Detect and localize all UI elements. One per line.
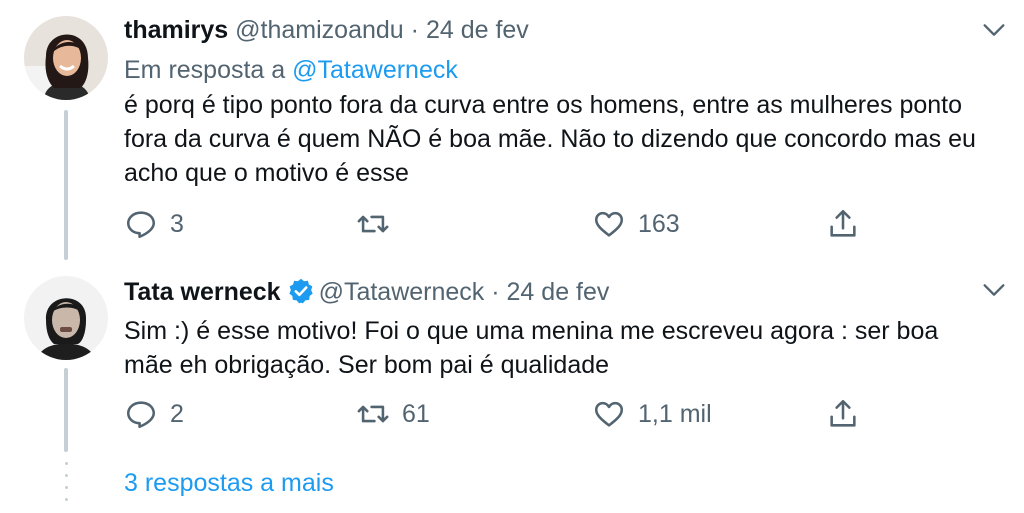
separator-dot: ·: [410, 16, 419, 44]
retweet-button[interactable]: 61: [356, 394, 430, 434]
retweet-button[interactable]: [356, 204, 402, 244]
tweet-text-line: acho que o motivo é esse: [124, 159, 409, 187]
tweet-2[interactable]: Tata werneck @Tatawerneck · 24 de fev Si…: [0, 260, 1024, 460]
tweet-text-line: fora da curva é quem NÃO é boa mãe. Não …: [124, 125, 976, 153]
tweet-1[interactable]: thamirys @thamizoandu · 24 de fev Em res…: [0, 0, 1024, 260]
tweet-header: thamirys @thamizoandu · 24 de fev: [124, 14, 529, 46]
user-handle[interactable]: @thamizoandu: [235, 16, 404, 44]
thread-line: [64, 110, 68, 260]
chevron-down-icon[interactable]: [980, 16, 1008, 44]
verified-badge-icon: [288, 278, 313, 304]
reply-context: Em resposta a @Tatawerneck: [124, 54, 458, 86]
reply-count: 3: [170, 209, 184, 238]
tweet-actions: 2 61 1,1 mil: [124, 394, 864, 434]
reply-count: 2: [170, 399, 184, 428]
like-count: 1,1 mil: [638, 399, 712, 428]
thread-dots: [63, 462, 69, 502]
reply-to-link[interactable]: @Tatawerneck: [292, 56, 458, 84]
separator-dot: ·: [491, 278, 500, 306]
share-button[interactable]: [826, 204, 860, 244]
tweet-text-line: mãe eh obrigação. Ser bom pai é qualidad…: [124, 351, 610, 379]
share-button[interactable]: [826, 394, 860, 434]
retweet-icon: [357, 215, 389, 233]
tweet-text: Sim :) é esse motivo! Foi o que uma meni…: [124, 314, 1014, 382]
reply-icon: [126, 211, 156, 239]
tweet-text-line: Sim :) é esse motivo! Foi o que uma meni…: [124, 317, 939, 345]
like-button[interactable]: 1,1 mil: [592, 394, 712, 434]
like-icon: [594, 401, 624, 427]
thread-line: [64, 368, 68, 452]
more-replies-link[interactable]: 3 respostas a mais: [124, 466, 334, 500]
reply-button[interactable]: 3: [124, 204, 184, 244]
user-handle[interactable]: @Tatawerneck: [319, 278, 485, 306]
retweet-icon: [357, 405, 389, 423]
tweet-actions: 3 163: [124, 204, 864, 244]
display-name[interactable]: thamirys: [124, 16, 228, 44]
reply-prefix: Em resposta a: [124, 56, 286, 84]
tweet-date[interactable]: 24 de fev: [507, 278, 610, 306]
reply-icon: [126, 401, 156, 429]
reply-button[interactable]: 2: [124, 394, 184, 434]
tweet-text: é porq é tipo ponto fora da curva entre …: [124, 88, 1014, 190]
tweet-date[interactable]: 24 de fev: [426, 16, 529, 44]
share-icon: [830, 399, 856, 427]
avatar[interactable]: [24, 16, 108, 100]
like-count: 163: [638, 209, 680, 238]
like-button[interactable]: 163: [592, 204, 680, 244]
chevron-down-icon[interactable]: [980, 276, 1008, 304]
share-icon: [830, 209, 856, 237]
avatar[interactable]: [24, 276, 108, 360]
tweet-text-line: é porq é tipo ponto fora da curva entre …: [124, 91, 963, 119]
retweet-count: 61: [402, 399, 430, 428]
like-icon: [594, 211, 624, 237]
tweet-header: Tata werneck @Tatawerneck · 24 de fev: [124, 276, 609, 308]
display-name[interactable]: Tata werneck: [124, 278, 281, 306]
